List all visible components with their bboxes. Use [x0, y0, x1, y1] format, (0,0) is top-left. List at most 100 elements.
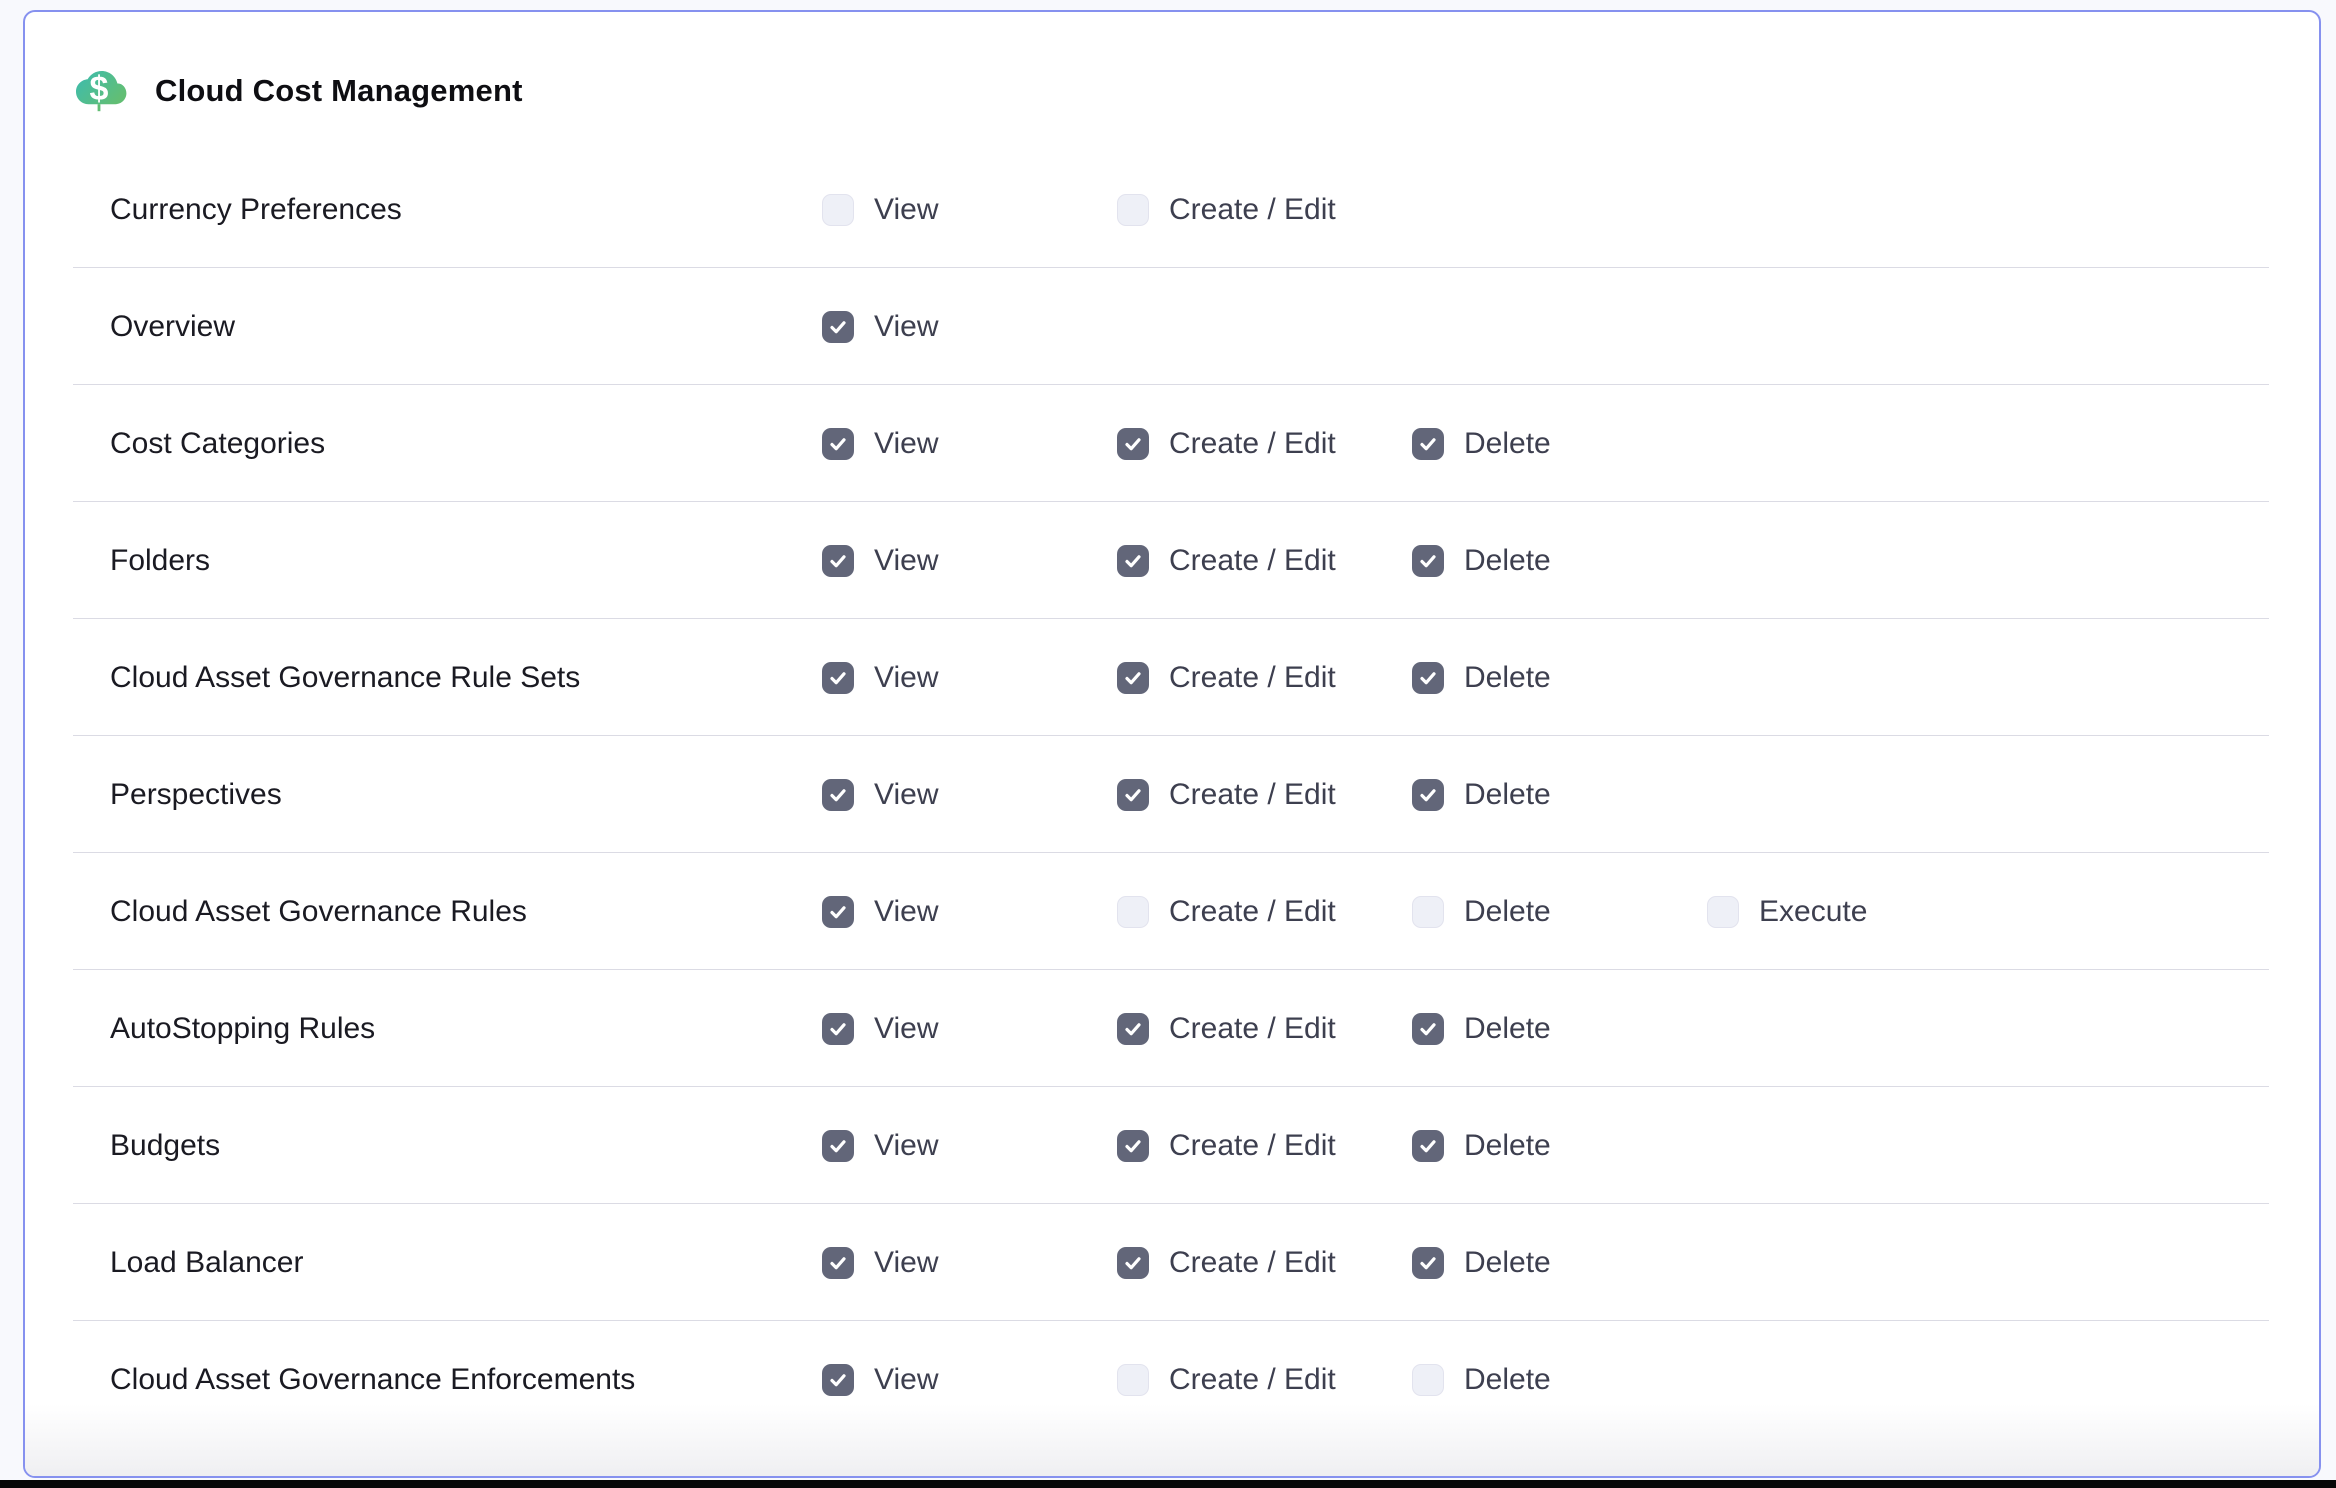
permission-toggle[interactable]: View	[822, 778, 938, 812]
permission-toggle[interactable]: View	[822, 1246, 938, 1280]
permission-checkbox[interactable]	[822, 896, 854, 928]
permission-toggle[interactable]: Create / Edit	[1117, 661, 1336, 695]
permission-toggle[interactable]: Delete	[1412, 1246, 1551, 1280]
permission-toggle[interactable]: Delete	[1412, 427, 1551, 461]
permission-checkbox[interactable]	[1117, 1247, 1149, 1279]
permission-toggle[interactable]: View	[822, 427, 938, 461]
permission-label: Delete	[1464, 895, 1551, 929]
permission-label: Delete	[1464, 661, 1551, 695]
permission-checkbox[interactable]	[1117, 1013, 1149, 1045]
permission-checkbox[interactable]	[1412, 1130, 1444, 1162]
permission-checkbox[interactable]	[822, 1130, 854, 1162]
permission-toggle[interactable]: Create / Edit	[1117, 193, 1336, 227]
checkmark-icon	[1123, 1136, 1143, 1156]
permission-label: Create / Edit	[1169, 1012, 1336, 1046]
permission-checkbox[interactable]	[1412, 662, 1444, 694]
permission-checkbox[interactable]	[822, 194, 854, 226]
permissions-card: $ Cloud Cost Management Currency Prefere…	[23, 10, 2321, 1478]
permission-toggle[interactable]: Create / Edit	[1117, 895, 1336, 929]
permission-label: Create / Edit	[1169, 193, 1336, 227]
permission-checkbox[interactable]	[1707, 896, 1739, 928]
permission-row: Budgets View Create / Edit Delete	[25, 1087, 2319, 1204]
permission-checkbox[interactable]	[1412, 896, 1444, 928]
permission-toggle[interactable]: View	[822, 1129, 938, 1163]
permission-toggle[interactable]: Create / Edit	[1117, 778, 1336, 812]
permission-toggle[interactable]: Create / Edit	[1117, 544, 1336, 578]
permission-checkbox[interactable]	[1117, 779, 1149, 811]
resource-label: Overview	[110, 310, 235, 344]
permission-checkbox[interactable]	[1117, 1364, 1149, 1396]
permission-label: Create / Edit	[1169, 544, 1336, 578]
permission-checkbox[interactable]	[1117, 194, 1149, 226]
resource-label: Cloud Asset Governance Rules	[110, 895, 527, 929]
permission-label: View	[874, 895, 938, 929]
permission-toggle[interactable]: View	[822, 310, 938, 344]
permission-checkbox[interactable]	[1117, 428, 1149, 460]
permission-row: Overview View	[25, 268, 2319, 385]
permission-toggle[interactable]: Delete	[1412, 895, 1551, 929]
permission-toggle[interactable]: View	[822, 1012, 938, 1046]
permission-label: View	[874, 544, 938, 578]
permission-toggle[interactable]: View	[822, 895, 938, 929]
permission-checkbox[interactable]	[822, 1247, 854, 1279]
permission-toggle[interactable]: Delete	[1412, 778, 1551, 812]
permission-row: Cloud Asset Governance Rules View Create…	[25, 853, 2319, 970]
resource-label: Cloud Asset Governance Enforcements	[110, 1363, 635, 1397]
permission-label: View	[874, 310, 938, 344]
permission-label: Delete	[1464, 778, 1551, 812]
permission-checkbox[interactable]	[822, 779, 854, 811]
checkmark-icon	[1418, 434, 1438, 454]
permission-toggle[interactable]: View	[822, 1363, 938, 1397]
permission-toggle[interactable]: Create / Edit	[1117, 427, 1336, 461]
permission-row: AutoStopping Rules View Create / Edit De…	[25, 970, 2319, 1087]
permission-toggle[interactable]: View	[822, 544, 938, 578]
permission-label: View	[874, 1129, 938, 1163]
resource-label: AutoStopping Rules	[110, 1012, 375, 1046]
permission-row: Cloud Asset Governance Rule Sets View Cr…	[25, 619, 2319, 736]
permission-toggle[interactable]: View	[822, 661, 938, 695]
checkmark-icon	[1418, 551, 1438, 571]
permission-checkbox[interactable]	[1117, 896, 1149, 928]
permission-checkbox[interactable]	[1117, 1130, 1149, 1162]
permission-label: Delete	[1464, 544, 1551, 578]
permission-checkbox[interactable]	[822, 545, 854, 577]
checkmark-icon	[828, 551, 848, 571]
permission-row: Currency Preferences View Create / Edit	[25, 151, 2319, 268]
resource-label: Cloud Asset Governance Rule Sets	[110, 661, 580, 695]
permission-checkbox[interactable]	[1412, 545, 1444, 577]
permission-toggle[interactable]: Create / Edit	[1117, 1012, 1336, 1046]
permission-row: Cloud Asset Governance Enforcements View…	[25, 1321, 2319, 1438]
permission-checkbox[interactable]	[1412, 779, 1444, 811]
permission-label: View	[874, 778, 938, 812]
permission-toggle[interactable]: Create / Edit	[1117, 1363, 1336, 1397]
permission-checkbox[interactable]	[822, 662, 854, 694]
permission-checkbox[interactable]	[1117, 662, 1149, 694]
checkmark-icon	[828, 1136, 848, 1156]
permission-checkbox[interactable]	[1412, 428, 1444, 460]
permission-toggle[interactable]: Delete	[1412, 661, 1551, 695]
permission-checkbox[interactable]	[822, 1013, 854, 1045]
permission-toggle[interactable]: Create / Edit	[1117, 1246, 1336, 1280]
permission-toggle[interactable]: Delete	[1412, 1129, 1551, 1163]
permission-checkbox[interactable]	[822, 1364, 854, 1396]
permission-toggle[interactable]: Delete	[1412, 1363, 1551, 1397]
permission-label: View	[874, 661, 938, 695]
permission-label: View	[874, 1246, 938, 1280]
resource-label: Cost Categories	[110, 427, 325, 461]
permission-toggle[interactable]: View	[822, 193, 938, 227]
permission-toggle[interactable]: Delete	[1412, 544, 1551, 578]
permission-checkbox[interactable]	[1412, 1013, 1444, 1045]
permission-toggle[interactable]: Execute	[1707, 895, 1867, 929]
permission-checkbox[interactable]	[1117, 545, 1149, 577]
permission-toggle[interactable]: Delete	[1412, 1012, 1551, 1046]
permission-checkbox[interactable]	[1412, 1247, 1444, 1279]
permission-toggle[interactable]: Create / Edit	[1117, 1129, 1336, 1163]
permission-checkbox[interactable]	[822, 428, 854, 460]
permission-checkbox[interactable]	[822, 311, 854, 343]
permission-label: Create / Edit	[1169, 1129, 1336, 1163]
checkmark-icon	[828, 668, 848, 688]
checkmark-icon	[1418, 785, 1438, 805]
checkmark-icon	[1418, 668, 1438, 688]
permission-checkbox[interactable]	[1412, 1364, 1444, 1396]
resource-label: Folders	[110, 544, 210, 578]
